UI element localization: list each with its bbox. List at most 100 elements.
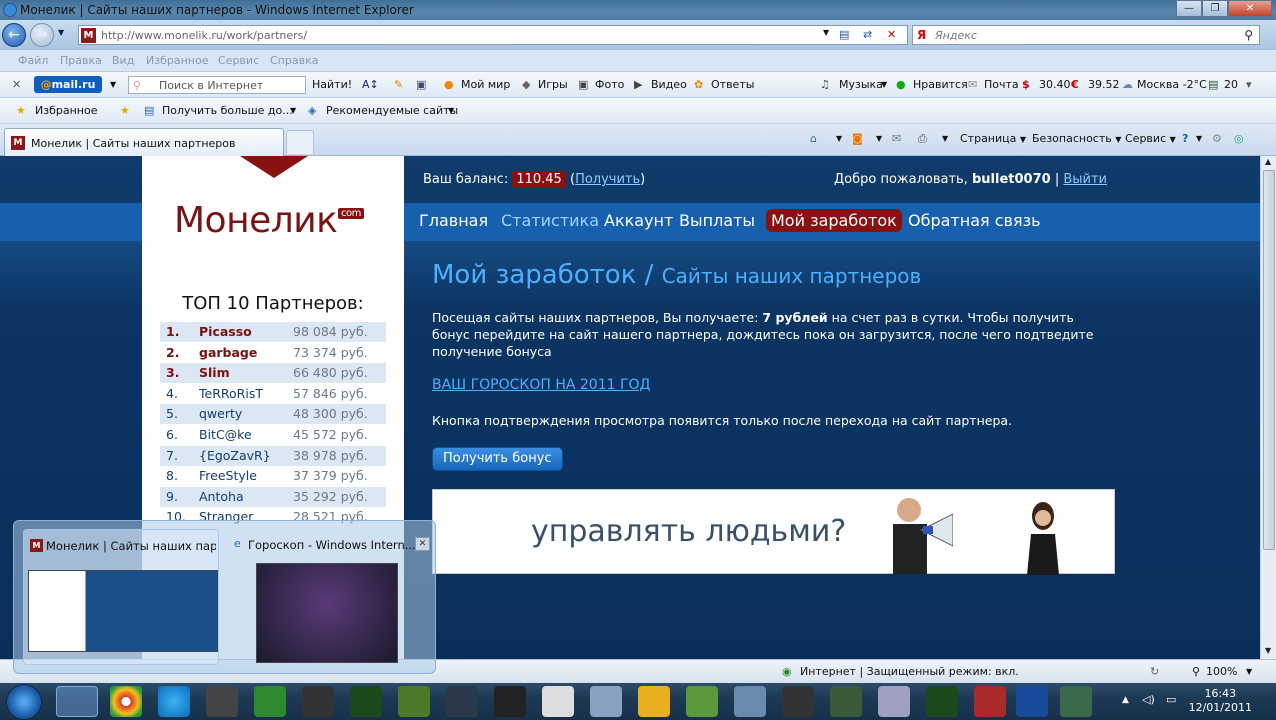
- tray-expand-icon[interactable]: ▲: [1122, 695, 1129, 705]
- search-icon[interactable]: ⚲: [1244, 28, 1253, 42]
- partner-name[interactable]: {EgoZavR}: [199, 448, 271, 463]
- start-button[interactable]: [6, 684, 42, 720]
- toolbar-video[interactable]: Видео: [651, 78, 687, 91]
- menu-file[interactable]: Файл: [18, 54, 48, 67]
- close-toolbar-icon[interactable]: ✕: [12, 78, 21, 91]
- help-icon[interactable]: ?: [1182, 132, 1188, 145]
- home-dropdown-icon[interactable]: ▼: [836, 134, 842, 143]
- taskbar-paint-icon[interactable]: [734, 686, 766, 717]
- find-button[interactable]: Найти!: [312, 78, 352, 91]
- service-menu[interactable]: Сервис ▼: [1125, 132, 1176, 145]
- taskbar-star2-icon[interactable]: [926, 686, 958, 717]
- taskbar-monitor-icon[interactable]: [1060, 686, 1092, 717]
- back-button[interactable]: ←: [2, 23, 26, 47]
- taskbar-skype-icon[interactable]: [158, 686, 190, 717]
- taskbar-99-icon[interactable]: [830, 686, 862, 717]
- taskbar-shield-icon[interactable]: [974, 686, 1006, 717]
- menu-help[interactable]: Справка: [270, 54, 318, 67]
- partner-name[interactable]: Picasso: [199, 324, 252, 339]
- font-size-icon[interactable]: A↕: [362, 78, 379, 91]
- menu-view[interactable]: Вид: [112, 54, 134, 67]
- toolbar-games[interactable]: Игры: [538, 78, 568, 91]
- preview-close-icon[interactable]: ✕: [415, 537, 430, 551]
- nav-statistics[interactable]: Статистика: [501, 211, 599, 230]
- tab-monelik[interactable]: M Монелик | Сайты наших партнеров: [4, 128, 284, 156]
- eur-rate[interactable]: 39.52: [1088, 78, 1120, 91]
- print-dropdown-icon[interactable]: ▼: [942, 134, 948, 143]
- recommended-dropdown-icon[interactable]: ▼: [448, 106, 454, 115]
- close-button[interactable]: ✕: [1228, 0, 1272, 17]
- toolbar-settings-icon[interactable]: ▾: [1246, 78, 1252, 91]
- zoom-dropdown-icon[interactable]: ▼: [1246, 667, 1252, 676]
- taskbar-flower-icon[interactable]: [398, 686, 430, 717]
- preview-monelik[interactable]: M Монелик | Сайты наших партн...: [23, 529, 219, 665]
- toolbar-my-world[interactable]: Мой мир: [461, 78, 510, 91]
- mailru-logo[interactable]: @mail.ru: [34, 76, 102, 93]
- highlight-icon[interactable]: ✎: [394, 78, 403, 91]
- taskbar-chrome-icon[interactable]: [110, 686, 142, 717]
- clock[interactable]: 16:43 12/01/2011: [1189, 687, 1252, 715]
- search-field[interactable]: Я Яндекс ⚲: [912, 25, 1260, 45]
- maximize-button[interactable]: ❐: [1202, 0, 1228, 17]
- url-field[interactable]: M http://www.monelik.ru/work/partners/ ▼…: [78, 25, 908, 45]
- taskbar-star-icon[interactable]: [350, 686, 382, 717]
- menu-favorites[interactable]: Избранное: [146, 54, 208, 67]
- volume-icon[interactable]: ◁): [1142, 693, 1155, 706]
- network-icon[interactable]: ▭: [1166, 693, 1176, 706]
- url-dropdown-icon[interactable]: ▼: [823, 28, 829, 37]
- partner-name[interactable]: FreeStyle: [199, 468, 257, 483]
- logout-link[interactable]: Выйти: [1063, 172, 1107, 187]
- taskbar-utorrent-icon[interactable]: [254, 686, 286, 717]
- partner-name[interactable]: Antoha: [199, 489, 244, 504]
- taskbar-gta-icon[interactable]: [782, 686, 814, 717]
- vertical-scrollbar[interactable]: ▲ ▼: [1260, 156, 1276, 659]
- partner-name[interactable]: TeRRoRisT: [199, 386, 263, 401]
- get-more-addons[interactable]: Получить больше до...: [162, 104, 293, 117]
- taskbar-ie-icon[interactable]: [56, 686, 98, 717]
- scrollbar-thumb[interactable]: [1263, 170, 1275, 550]
- taskbar-steam-icon[interactable]: [446, 686, 478, 717]
- site-logo[interactable]: Монелик com: [174, 200, 364, 241]
- protected-mode-icon[interactable]: ↻: [1150, 665, 1159, 678]
- refresh-icon[interactable]: ⇄: [863, 28, 872, 41]
- toolbar-mail[interactable]: Почта: [984, 78, 1019, 91]
- page-menu[interactable]: Страница ▼: [960, 132, 1026, 145]
- taskbar-editor-icon[interactable]: [590, 686, 622, 717]
- ad-banner[interactable]: управлять людьми?: [432, 489, 1115, 575]
- taskbar-phone-icon[interactable]: [686, 686, 718, 717]
- add-favorite-icon[interactable]: ★: [120, 104, 130, 117]
- partner-name[interactable]: garbage: [199, 345, 257, 360]
- toolbar-photo[interactable]: Фото: [595, 78, 624, 91]
- read-mail-icon[interactable]: ✉: [892, 132, 901, 145]
- partner-name[interactable]: Slim: [199, 365, 230, 380]
- rss-dropdown-icon[interactable]: ▼: [876, 134, 882, 143]
- favorites-button[interactable]: Избранное: [35, 104, 97, 117]
- print-icon[interactable]: ⎙: [918, 132, 927, 146]
- taskbar-app-e-icon[interactable]: [206, 686, 238, 717]
- home-icon[interactable]: ⌂: [810, 132, 817, 145]
- compat-view-icon[interactable]: ▤: [839, 28, 849, 41]
- partner-link[interactable]: ВАШ ГОРОСКОП НА 2011 ГОД: [432, 377, 650, 393]
- preview-horoscope[interactable]: e Гороскоп - Windows Intern... ✕: [226, 529, 430, 665]
- nav-payouts[interactable]: Выплаты: [679, 211, 755, 230]
- mailru-dropdown-icon[interactable]: ▼: [110, 80, 116, 89]
- get-more-dropdown-icon[interactable]: ▼: [290, 106, 296, 115]
- music-dropdown-icon[interactable]: ▼: [881, 80, 887, 89]
- taskbar-notes-icon[interactable]: [638, 686, 670, 717]
- toolbar-like[interactable]: Нравится: [913, 78, 968, 91]
- menu-tools[interactable]: Сервис: [218, 54, 259, 67]
- minimize-button[interactable]: —: [1176, 0, 1202, 17]
- nav-my-earnings[interactable]: Мой заработок: [766, 209, 902, 232]
- partner-name[interactable]: BitC@ke: [199, 427, 252, 442]
- gear-icon[interactable]: ⚙: [1212, 132, 1222, 145]
- help-dropdown-icon[interactable]: ▼: [1196, 134, 1202, 143]
- new-tab-button[interactable]: [286, 130, 314, 154]
- taskbar-document-icon[interactable]: [542, 686, 574, 717]
- menu-edit[interactable]: Правка: [60, 54, 102, 67]
- scroll-up-icon[interactable]: ▲: [1265, 157, 1271, 166]
- taskbar-pens-icon[interactable]: [878, 686, 910, 717]
- security-menu[interactable]: Безопасность ▼: [1032, 132, 1121, 145]
- taskbar-game-icon[interactable]: [302, 686, 334, 717]
- toolbar-answers[interactable]: Ответы: [711, 78, 754, 91]
- zone-text[interactable]: Интернет | Защищенный режим: вкл.: [800, 665, 1019, 678]
